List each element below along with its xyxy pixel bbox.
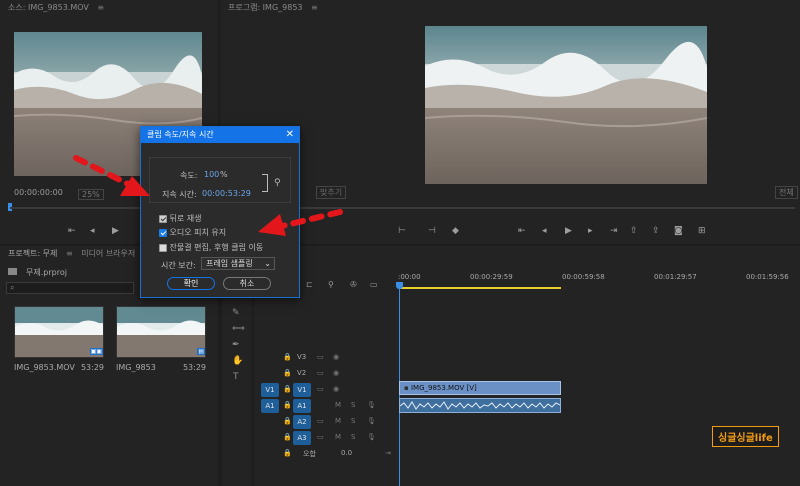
annotation-arrow-left-shaft xyxy=(73,155,131,187)
annotation-arrow-left-head xyxy=(120,176,150,196)
annotation-arrow-right-head xyxy=(258,214,286,236)
annotation-arrows xyxy=(73,155,343,236)
annotation-arrow-right-shaft xyxy=(279,209,343,229)
